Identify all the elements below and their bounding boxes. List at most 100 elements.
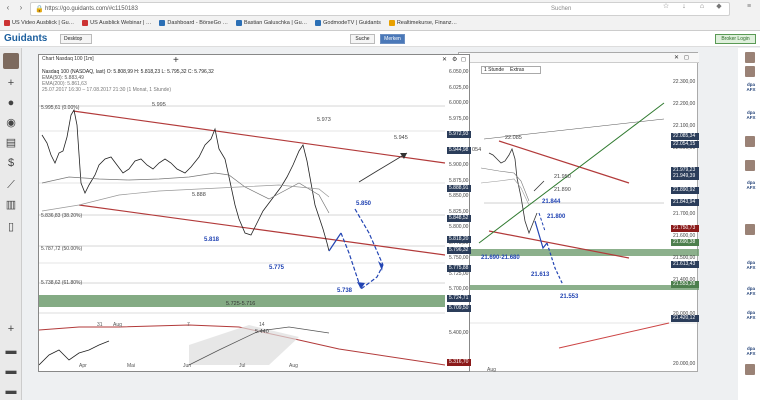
video-icon [82, 20, 89, 26]
price-tag: 21.949,39 [671, 173, 699, 180]
back-icon[interactable]: ‹ [3, 3, 13, 13]
maximize-icon[interactable]: ◻ [684, 54, 689, 61]
price-axis-label: 5.750,00 [449, 255, 469, 261]
avatar[interactable] [745, 52, 755, 63]
merken-button[interactable]: Merken [380, 34, 405, 44]
price-tag: 5.944,98 [447, 147, 471, 154]
avatar[interactable] [745, 66, 755, 77]
news-source-badge[interactable]: dpa AFX [744, 310, 758, 320]
download-icon[interactable]: ↓ [680, 3, 688, 11]
video-icon [4, 20, 10, 26]
avatar[interactable] [745, 136, 755, 147]
price-tag: 5.888,91 [447, 185, 471, 192]
chart-line-icon[interactable]: ⟋ [4, 178, 18, 192]
menu-icon[interactable]: ≡ [745, 3, 753, 11]
bookmark-item[interactable]: US Video Ausblick | Gu… [4, 20, 74, 26]
price-axis-label: 5.975,00 [449, 115, 469, 122]
price-tag: 5.775,88 [447, 265, 471, 272]
document-icon[interactable]: ▯ [4, 220, 18, 234]
settings-icon[interactable]: ⚙ [452, 56, 457, 63]
avatar[interactable] [745, 224, 755, 235]
eye-icon[interactable]: ◉ [4, 116, 18, 130]
price-tag: 21.843,94 [671, 199, 699, 206]
url-text: https://go.guidants.com/#c1150183 [45, 6, 138, 12]
page-icon [159, 20, 166, 26]
search-button[interactable]: Suche [350, 34, 375, 44]
price-axis-label: 22.200,00 [673, 101, 696, 107]
fib-label: 5.787,72 (50.00%) [41, 246, 83, 252]
level-label: 5.775 [269, 265, 285, 271]
chart-title: Chart Nasdaq 100 [1m] [42, 56, 94, 62]
price-tag: 21.890,92 [671, 187, 699, 194]
guidants-logo: Guidants [4, 33, 48, 44]
news-source-badge[interactable]: dpa AFX [744, 260, 758, 270]
bookmark-item[interactable]: GodmodeTV | Guidants [315, 20, 381, 26]
news-source-badge[interactable]: dpa AFX [744, 286, 758, 296]
news-source-badge[interactable]: dpa AFX [744, 346, 758, 356]
folder-icon[interactable]: ▬ [4, 364, 18, 378]
level-label: 5.818 [204, 237, 220, 243]
avatar[interactable] [745, 160, 755, 171]
bulb-icon[interactable]: ● [4, 96, 18, 110]
price-axis-label: 5.700,00 [449, 286, 469, 292]
lock-icon: 🔒 [35, 6, 44, 13]
zone-label: 5.725-5.716 [226, 301, 256, 307]
home-icon[interactable]: ⌂ [698, 3, 706, 11]
page-icon [388, 20, 395, 26]
clipboard-icon[interactable]: ▥ [4, 198, 18, 212]
close-icon[interactable]: ✕ [674, 54, 679, 61]
plus-icon[interactable]: + [4, 322, 18, 336]
chart-window-main[interactable]: Chart Nasdaq 100 [1m] ✕ ⚙ ◻ Nasdaq 100 (… [38, 54, 471, 372]
bookmark-item[interactable]: Bastian Galuschka | Gu… [235, 20, 307, 26]
price-tag: 21.420,12 [671, 315, 699, 322]
browser-toolbar: ‹ › 🔒 https://go.guidants.com/#c1150183 … [0, 0, 760, 31]
price-tag: 21.690,38 [671, 239, 699, 246]
sub-level-label: 5.440 [255, 329, 269, 335]
price-axis-label: 21.700,00 [673, 211, 696, 217]
maximize-icon[interactable]: ◻ [461, 56, 466, 63]
dollar-icon[interactable]: $ [4, 156, 18, 170]
price-axis-label: 5.800,00 [449, 224, 469, 230]
close-icon[interactable]: ✕ [442, 56, 447, 63]
level-label: 5.945 [394, 135, 408, 141]
main-price-axis: 6.050,006.025,006.000,005.975,005.950,00… [447, 69, 471, 366]
folder-icon[interactable]: ▬ [4, 384, 18, 398]
add-icon[interactable]: + [4, 76, 18, 90]
price-axis-label: 22.100,00 [673, 123, 696, 129]
desktop-button[interactable]: Desktop [60, 34, 92, 44]
level-label: 5.995 [152, 102, 166, 108]
bookmark-item[interactable]: Realtimekurse, Finanz… [388, 20, 457, 26]
chart-window-secondary[interactable]: 1 Stunde Extras ✕ ◻ 22.085 054 21.950 21… [458, 52, 699, 373]
shield-icon[interactable]: ◆ [715, 3, 723, 11]
url-bar[interactable]: 🔒 https://go.guidants.com/#c1150183 Such… [30, 2, 730, 16]
browser-search-input[interactable]: Suchen [551, 6, 571, 12]
bookmark-item[interactable]: Dashboard - BörseGo … [159, 20, 228, 26]
level-label: 5.973 [317, 117, 331, 123]
chat-icon[interactable]: ▤ [4, 136, 18, 150]
price-axis-label: 6.050,00 [449, 69, 469, 75]
folder-icon[interactable]: ▬ [4, 344, 18, 358]
bottom-area [22, 372, 738, 400]
star-icon[interactable]: ☆ [662, 3, 670, 11]
bookmark-item[interactable]: US Ausblick Webinar | … [82, 20, 151, 26]
avatar[interactable] [3, 53, 19, 69]
avatar[interactable] [745, 364, 755, 375]
price-axis-label: 22.300,00 [673, 79, 696, 85]
fib-label: 5.738,62 (61.80%) [41, 280, 83, 286]
news-source-badge[interactable]: dpa AFX [744, 110, 758, 120]
news-source-badge[interactable]: dpa AFX [744, 82, 758, 92]
secondary-price-axis: 22.300,0022.200,0022.100,0022.000,0021.9… [671, 79, 699, 369]
price-axis-label: 6.000,00 [449, 100, 469, 106]
fib-label: 5.836,83 (38.20%) [41, 213, 83, 219]
secondary-chart-svg [459, 102, 699, 349]
level-label: 5.738 [337, 288, 353, 294]
price-tag: 5.818,20 [447, 236, 471, 243]
broker-login-button[interactable]: Broker Login [715, 34, 756, 44]
price-tag: 5.848,52 [447, 215, 471, 222]
news-source-badge[interactable]: dpa AFX [744, 180, 758, 190]
price-axis-label: 5.850,00 [449, 193, 469, 199]
price-axis-label: 20.000,00 [673, 361, 696, 367]
level-label: 5.850 [356, 201, 372, 207]
forward-icon[interactable]: › [16, 3, 26, 13]
page-icon [315, 20, 322, 26]
